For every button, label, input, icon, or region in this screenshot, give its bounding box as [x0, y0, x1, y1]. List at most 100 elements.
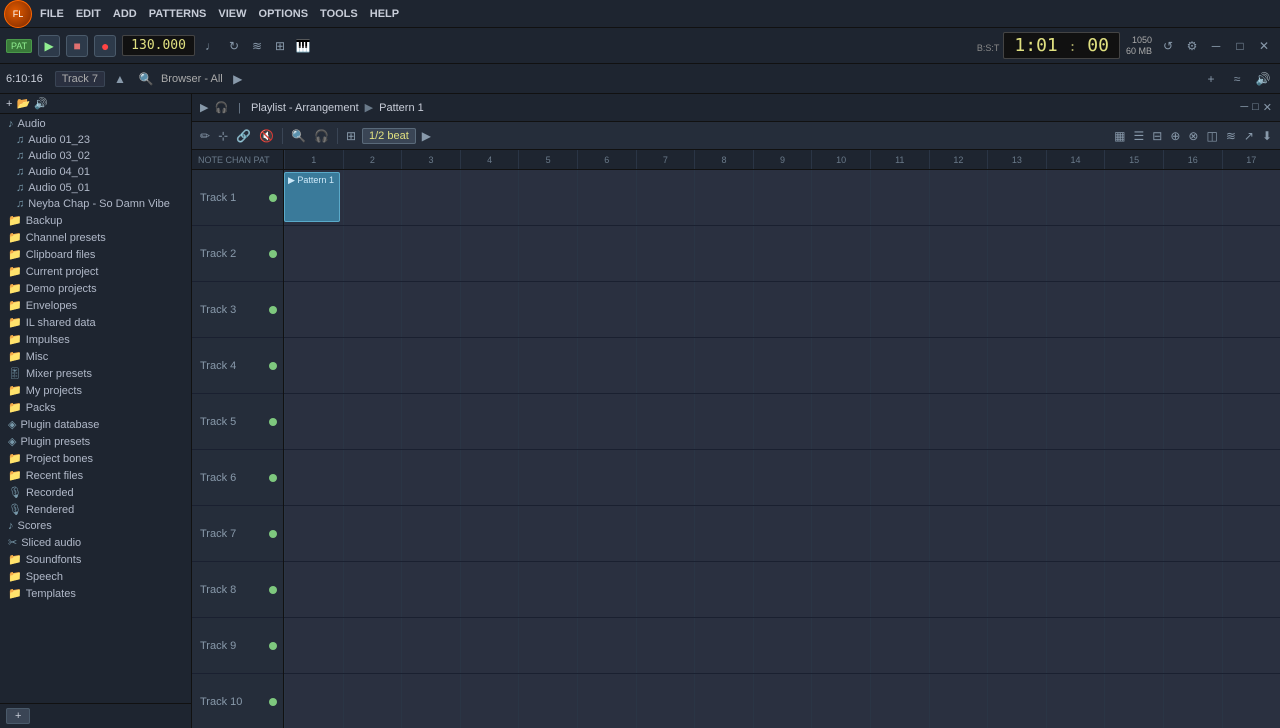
- grid-cell-10-4[interactable]: [460, 674, 519, 728]
- grid-cell-6-3[interactable]: [401, 450, 460, 505]
- grid-cell-9-17[interactable]: [1222, 618, 1280, 673]
- link-icon[interactable]: 🔗: [234, 129, 253, 143]
- grid-cell-7-11[interactable]: [870, 506, 929, 561]
- snap-icon[interactable]: ⊞: [344, 129, 358, 143]
- grid-cell-5-4[interactable]: [460, 394, 519, 449]
- grid-cell-9-6[interactable]: [577, 618, 636, 673]
- play-button[interactable]: ▶: [38, 35, 60, 57]
- grid-cell-6-11[interactable]: [870, 450, 929, 505]
- grid-row-9[interactable]: [284, 618, 1280, 674]
- grid-cell-9-3[interactable]: [401, 618, 460, 673]
- grid-cell-4-16[interactable]: [1163, 338, 1222, 393]
- grid-cell-1-16[interactable]: [1163, 170, 1222, 225]
- grid-cell-2-13[interactable]: [987, 226, 1046, 281]
- grid-cell-8-14[interactable]: [1046, 562, 1105, 617]
- grid-cell-3-5[interactable]: [518, 282, 577, 337]
- menu-item-add[interactable]: ADD: [107, 6, 143, 22]
- grid-cell-3-2[interactable]: [343, 282, 402, 337]
- grid-cell-7-10[interactable]: [811, 506, 870, 561]
- grid-cell-3-17[interactable]: [1222, 282, 1280, 337]
- menu-item-view[interactable]: VIEW: [212, 6, 252, 22]
- track-header-1[interactable]: Track 1: [192, 170, 283, 226]
- grid-cell-3-4[interactable]: [460, 282, 519, 337]
- grid-cell-3-12[interactable]: [929, 282, 988, 337]
- grid-row-3[interactable]: [284, 282, 1280, 338]
- grid-cell-3-1[interactable]: [284, 282, 343, 337]
- grid-cell-2-7[interactable]: [636, 226, 695, 281]
- pl-list-icon[interactable]: ☰: [1132, 129, 1147, 143]
- grid-cell-4-11[interactable]: [870, 338, 929, 393]
- menu-item-file[interactable]: FILE: [34, 6, 70, 22]
- arrow-beat-icon[interactable]: ▶: [420, 129, 433, 143]
- sidebar-item-current-project[interactable]: 📁Current project: [0, 263, 191, 280]
- grid-cell-1-9[interactable]: [753, 170, 812, 225]
- sidebar-item-recent-files[interactable]: 📁Recent files: [0, 467, 191, 484]
- tempo-display[interactable]: 130.000: [122, 35, 195, 56]
- grid-cell-10-14[interactable]: [1046, 674, 1105, 728]
- grid-cell-1-17[interactable]: [1222, 170, 1280, 225]
- grid-cell-5-6[interactable]: [577, 394, 636, 449]
- grid-cell-1-3[interactable]: [401, 170, 460, 225]
- grid-cell-4-9[interactable]: [753, 338, 812, 393]
- grid-cell-10-17[interactable]: [1222, 674, 1280, 728]
- grid-cell-2-11[interactable]: [870, 226, 929, 281]
- grid-cell-5-11[interactable]: [870, 394, 929, 449]
- grid-cell-9-10[interactable]: [811, 618, 870, 673]
- grid-cell-4-15[interactable]: [1104, 338, 1163, 393]
- vol-icon[interactable]: 🔊: [1252, 68, 1274, 90]
- grid-cell-10-3[interactable]: [401, 674, 460, 728]
- grid-cell-2-16[interactable]: [1163, 226, 1222, 281]
- grid-cell-5-15[interactable]: [1104, 394, 1163, 449]
- pl-expand-icon[interactable]: □: [1252, 101, 1259, 114]
- pl-close-icon[interactable]: ✕: [1263, 101, 1272, 114]
- grid-cell-9-11[interactable]: [870, 618, 929, 673]
- sidebar-item-audio-03_02[interactable]: ♫Audio 03_02: [0, 148, 191, 164]
- grid-row-7[interactable]: [284, 506, 1280, 562]
- grid-cell-8-11[interactable]: [870, 562, 929, 617]
- menu-item-tools[interactable]: TOOLS: [314, 6, 364, 22]
- settings-icon[interactable]: ⚙: [1182, 36, 1202, 56]
- grid-cell-5-10[interactable]: [811, 394, 870, 449]
- grid-cell-1-5[interactable]: [518, 170, 577, 225]
- grid-cell-8-1[interactable]: [284, 562, 343, 617]
- grid-row-6[interactable]: [284, 450, 1280, 506]
- grid-cell-10-8[interactable]: [694, 674, 753, 728]
- pl-cols-icon[interactable]: ⊟: [1150, 129, 1164, 143]
- grid-cell-5-2[interactable]: [343, 394, 402, 449]
- grid-cell-10-9[interactable]: [753, 674, 812, 728]
- grid-cell-6-9[interactable]: [753, 450, 812, 505]
- grid-cell-1-13[interactable]: [987, 170, 1046, 225]
- grid-cell-3-3[interactable]: [401, 282, 460, 337]
- grid-cell-4-3[interactable]: [401, 338, 460, 393]
- grid-cell-3-9[interactable]: [753, 282, 812, 337]
- grid-cell-2-17[interactable]: [1222, 226, 1280, 281]
- grid-cell-6-12[interactable]: [929, 450, 988, 505]
- sidebar-item-project-bones[interactable]: 📁Project bones: [0, 450, 191, 467]
- grid-cell-4-14[interactable]: [1046, 338, 1105, 393]
- grid-cell-8-3[interactable]: [401, 562, 460, 617]
- grid-cell-4-12[interactable]: [929, 338, 988, 393]
- menu-item-help[interactable]: HELP: [364, 6, 405, 22]
- sidebar-item-recorded[interactable]: 🎙Recorded: [0, 484, 191, 501]
- sidebar-item-backup[interactable]: 📁Backup: [0, 212, 191, 229]
- grid-cell-5-16[interactable]: [1163, 394, 1222, 449]
- stop-button[interactable]: ■: [66, 35, 88, 57]
- grid-cell-3-7[interactable]: [636, 282, 695, 337]
- sidebar-item-impulses[interactable]: 📁Impulses: [0, 331, 191, 348]
- grid-cell-2-1[interactable]: [284, 226, 343, 281]
- grid-cell-6-8[interactable]: [694, 450, 753, 505]
- grid-cell-9-12[interactable]: [929, 618, 988, 673]
- grid-row-5[interactable]: [284, 394, 1280, 450]
- sidebar-item-audio[interactable]: ♪Audio: [0, 116, 191, 132]
- grid-cell-7-1[interactable]: [284, 506, 343, 561]
- grid-cell-2-2[interactable]: [343, 226, 402, 281]
- pat-button[interactable]: PAT: [6, 39, 32, 53]
- grid-cell-5-5[interactable]: [518, 394, 577, 449]
- grid-cell-10-7[interactable]: [636, 674, 695, 728]
- pl-tag-icon[interactable]: ◫: [1204, 129, 1219, 143]
- track-header-8[interactable]: Track 8: [192, 562, 283, 618]
- grid-cell-5-3[interactable]: [401, 394, 460, 449]
- piano-icon[interactable]: 🎹: [293, 36, 313, 56]
- grid-cell-10-10[interactable]: [811, 674, 870, 728]
- waveform-icon[interactable]: ≈: [1226, 68, 1248, 90]
